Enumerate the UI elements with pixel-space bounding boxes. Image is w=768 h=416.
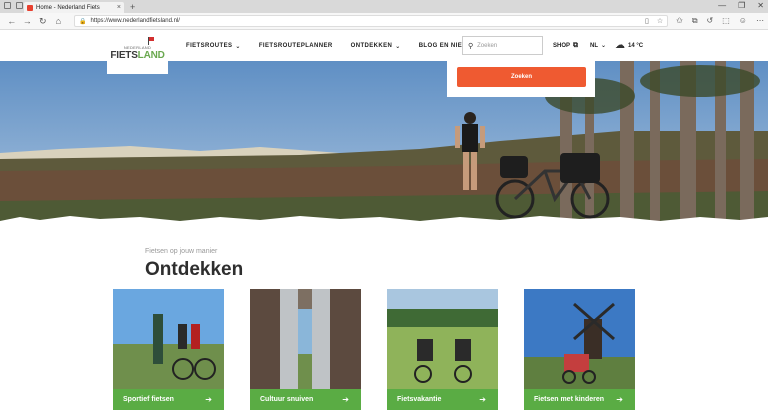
card-label: Fietsen met kinderen [534, 396, 605, 403]
card-label-bar: Sportief fietsen ➔ [113, 389, 224, 410]
window-controls: — ❐ ✕ [718, 1, 764, 10]
weather-widget: ☁ 14 °C [615, 40, 643, 51]
card-label-bar: Fietsvakantie ➔ [387, 389, 498, 410]
hero-landscape-illustration [0, 61, 768, 226]
card-label-bar: Fietsen met kinderen ➔ [524, 389, 635, 410]
card-label: Fietsvakantie [397, 396, 442, 403]
nav-item-ontdekken[interactable]: ONTDEKKEN ⌄ [351, 43, 401, 50]
collections-icon[interactable]: ⧉ [692, 16, 698, 26]
flag-icon [148, 37, 154, 45]
main-navigation: FIETSROUTES ⌄ FIETSROUTEPLANNER ONTDEKKEN… [186, 31, 495, 61]
weather-cloud-icon: ☁ [615, 40, 625, 51]
logo-land: LAND [137, 49, 165, 61]
card-fietsen-met-kinderen[interactable]: Fietsen met kinderen ➔ [524, 289, 635, 410]
external-link-icon: ⧉ [573, 42, 579, 49]
browser-toolbar-icons: ✩ ⧉ ↺ ⬚ ☺ ⋯ [676, 16, 764, 26]
url-field[interactable]: 🔒 https://www.nederlandfietsland.nl/ ▯ ☆ [74, 15, 669, 27]
extensions-icon[interactable]: ⬚ [722, 16, 730, 26]
lock-icon: 🔒 [79, 18, 87, 25]
favicon-icon [27, 4, 33, 11]
logo-fiets: FIETS [110, 49, 138, 61]
card-label: Cultuur snuiven [260, 396, 314, 403]
site-header: NEDERLAND FIETSLAND FIETSROUTES ⌄ FIETSRO… [0, 31, 768, 74]
maximize-button[interactable]: ❐ [738, 1, 745, 10]
card-image-touring [387, 289, 498, 389]
chevron-down-icon: ⌄ [235, 43, 241, 50]
card-image-cyclists [113, 289, 224, 389]
search-submit-button[interactable]: Zoeken [457, 67, 586, 87]
new-tab-button[interactable]: + [130, 2, 135, 13]
tab-list-icon[interactable] [16, 2, 23, 9]
close-window-button[interactable]: ✕ [757, 1, 764, 10]
card-image-windmill [524, 289, 635, 389]
section-heading: Ontdekken [145, 259, 244, 280]
shop-label: SHOP [553, 43, 571, 49]
site-logo[interactable]: NEDERLAND FIETSLAND [107, 31, 168, 74]
search-icon: ⚲ [468, 42, 474, 50]
tab-actions-icon[interactable] [4, 2, 11, 9]
discover-cards: Sportief fietsen ➔ Cultuur snuiven ➔ Fiets… [113, 289, 635, 410]
card-label-bar: Cultuur snuiven ➔ [250, 389, 361, 410]
profile-icon[interactable]: ☺ [739, 16, 747, 26]
arrow-right-icon: ➔ [342, 395, 349, 404]
address-bar-row: ← → ↻ ⌂ 🔒 https://www.nederlandfietsland… [0, 13, 768, 30]
shop-link[interactable]: SHOP ⧉ [553, 42, 578, 50]
hero-image [0, 61, 768, 226]
chevron-down-icon: ⌄ [601, 43, 607, 49]
nav-item-fietsroutes[interactable]: FIETSROUTES ⌄ [186, 43, 241, 50]
nav-item-fietsrouteplanner[interactable]: FIETSROUTEPLANNER [259, 43, 333, 49]
more-icon[interactable]: ⋯ [756, 16, 764, 26]
refresh-icon[interactable]: ↻ [35, 16, 51, 27]
favorites-icon[interactable]: ✩ [676, 16, 683, 26]
nav-label: ONTDEKKEN [350, 43, 393, 49]
card-label: Sportief fietsen [123, 396, 174, 403]
section-subtitle: Fietsen op jouw manier [145, 248, 218, 255]
arrow-right-icon: ➔ [479, 395, 486, 404]
home-icon[interactable]: ⌂ [51, 16, 67, 26]
weather-temp: 14 °C [628, 42, 644, 49]
nav-label: FIETSROUTEPLANNER [258, 43, 333, 49]
favorite-star-icon[interactable]: ☆ [657, 17, 663, 25]
browser-tab-bar: Home - Nederland Fiets × + — ❐ ✕ [0, 0, 768, 13]
url-text: https://www.nederlandfietsland.nl/ [90, 18, 180, 24]
search-placeholder: Zoeken [477, 42, 498, 49]
back-icon[interactable]: ← [4, 16, 20, 26]
search-dropdown: Zoeken [447, 61, 595, 97]
chevron-down-icon: ⌄ [395, 43, 401, 50]
browser-tab[interactable]: Home - Nederland Fiets × [24, 2, 124, 13]
logo-main-text: FIETSLAND [110, 49, 165, 61]
card-sportief-fietsen[interactable]: Sportief fietsen ➔ [113, 289, 224, 410]
minimize-button[interactable]: — [718, 1, 726, 10]
card-fietsvakantie[interactable]: Fietsvakantie ➔ [387, 289, 498, 410]
history-icon[interactable]: ↺ [707, 16, 714, 26]
card-image-gate [250, 289, 361, 389]
reader-icon[interactable]: ▯ [645, 17, 649, 25]
card-cultuur-snuiven[interactable]: Cultuur snuiven ➔ [250, 289, 361, 410]
url-actions: ▯ ☆ [645, 17, 663, 25]
search-input[interactable]: ⚲ Zoeken [462, 36, 543, 55]
language-selector[interactable]: NL ⌄ [590, 42, 607, 50]
arrow-right-icon: ➔ [616, 395, 623, 404]
nav-label: FIETSROUTES [186, 43, 233, 49]
tab-close-icon[interactable]: × [117, 4, 121, 11]
lang-label: NL [590, 42, 598, 49]
forward-icon[interactable]: → [20, 16, 36, 26]
arrow-right-icon: ➔ [205, 395, 212, 404]
tab-actions[interactable] [4, 2, 23, 9]
tab-title: Home - Nederland Fiets [36, 4, 100, 11]
